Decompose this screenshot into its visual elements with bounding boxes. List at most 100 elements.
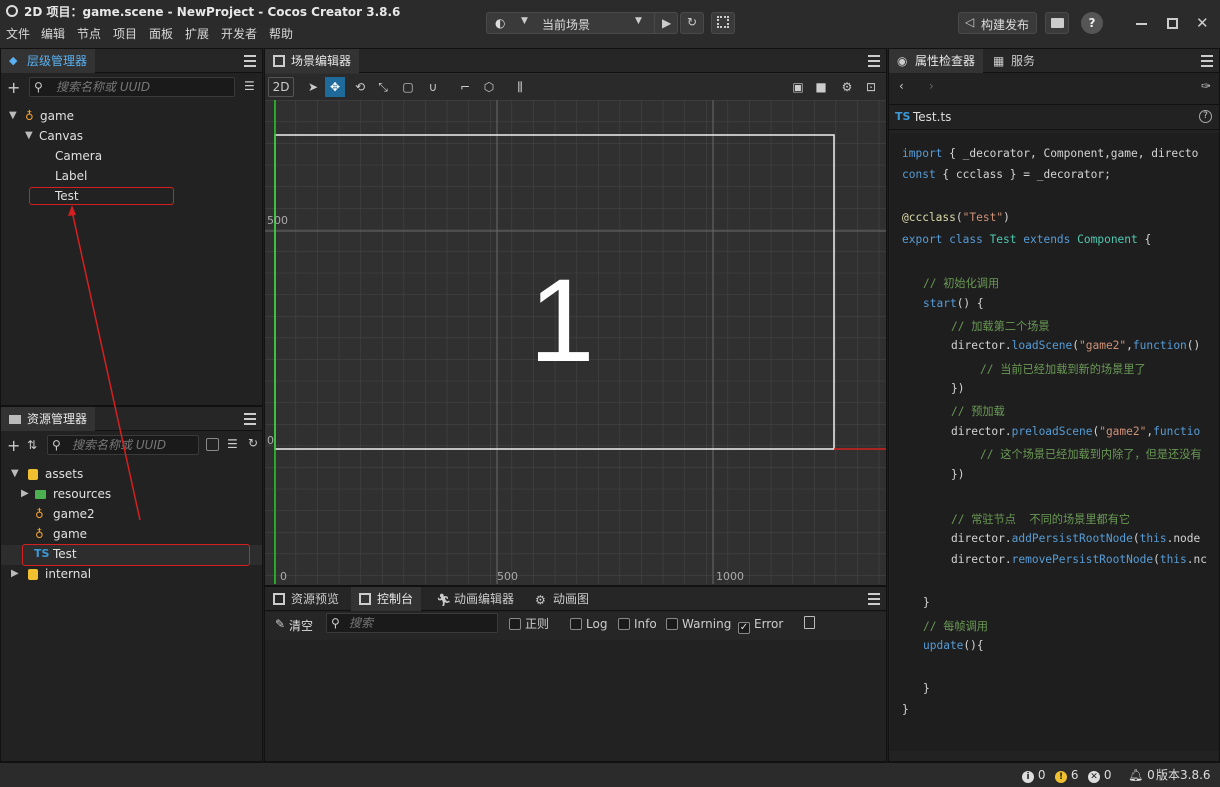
menu-extension[interactable]: 扩展 — [185, 25, 209, 42]
chevron-down-icon[interactable]: ▼ — [9, 106, 19, 126]
settings-icon[interactable]: ⚙ — [837, 77, 857, 97]
tab-assets[interactable]: 资源管理器 — [1, 407, 96, 431]
camera-icon[interactable]: ■ — [811, 77, 831, 97]
chevron-down-icon[interactable]: ▼ — [25, 126, 35, 146]
build-button[interactable]: ◁ 构建发布 — [958, 12, 1037, 34]
add-icon[interactable]: + — [7, 78, 20, 97]
chevron-right-icon[interactable]: ▶ — [21, 484, 31, 504]
tree-node-label: Camera — [55, 149, 103, 163]
filter-label: Warning — [682, 617, 732, 631]
tab-inspector[interactable]: ◉ 属性检查器 — [889, 49, 984, 73]
axis-label-y500: 500 — [267, 214, 288, 227]
filter-regex[interactable]: 正则 — [509, 614, 549, 634]
menu-node[interactable]: 节点 — [77, 25, 101, 42]
code-line: @ccclass("Test") — [902, 211, 1010, 224]
status-info[interactable]: i 0 — [1022, 766, 1045, 784]
status-warn[interactable]: ! 6 — [1055, 766, 1078, 784]
filter-error[interactable]: ✓ Error — [738, 614, 783, 634]
menu-icon[interactable] — [244, 413, 256, 425]
chevron-down-icon[interactable]: ▼ — [11, 464, 21, 484]
menu-project[interactable]: 项目 — [113, 25, 137, 42]
filter-log[interactable]: Log — [570, 614, 607, 634]
tab-scene-editor[interactable]: 场景编辑器 — [265, 49, 360, 73]
menu-icon[interactable] — [244, 55, 256, 67]
tab-hierarchy[interactable]: ◆ 层级管理器 — [1, 49, 96, 73]
sort-icon[interactable]: ⇅ — [27, 438, 37, 452]
sort-icon[interactable]: ☰ — [244, 79, 255, 93]
scene-big-label: 1 — [529, 255, 595, 387]
align-icon[interactable]: ⫼ — [510, 77, 530, 97]
add-icon[interactable]: + — [7, 436, 20, 455]
chevron-down-icon: ▼ — [635, 16, 642, 26]
menu-developer[interactable]: 开发者 — [221, 25, 257, 42]
code-line: }) — [951, 468, 965, 481]
filter-checkbox[interactable] — [206, 438, 219, 451]
help-icon[interactable]: ? — [1199, 110, 1212, 123]
checkbox[interactable] — [509, 618, 521, 630]
rotate-icon[interactable]: ⟲ — [350, 77, 370, 97]
scene-icon: ♁ — [35, 507, 44, 521]
gizmo-icon[interactable]: ▣ — [788, 77, 808, 97]
console-search-input[interactable]: ⚲ 搜索 — [326, 613, 498, 633]
copy-icon[interactable] — [804, 616, 815, 629]
move-icon[interactable]: ✥ — [325, 77, 345, 97]
code-line: } — [902, 703, 909, 716]
maximize-icon[interactable] — [1167, 18, 1178, 29]
cube-icon[interactable]: ⬡ — [479, 77, 499, 97]
inspector-panel: ◉ 属性检查器 ▦ 服务 ‹ › ✑ TS Test.ts ? import {… — [888, 48, 1220, 762]
play-button[interactable]: ▶ — [654, 12, 678, 34]
window-title: 2D 项目：game.scene - NewProject - Cocos Cr… — [24, 5, 401, 19]
menu-panel[interactable]: 面板 — [149, 25, 173, 42]
checkbox-checked[interactable]: ✓ — [738, 622, 750, 634]
tab-console[interactable]: 控制台 — [351, 587, 422, 611]
bell-icon: 🔔︎ — [1128, 768, 1144, 782]
qrcode-button[interactable] — [711, 12, 735, 34]
filter-warning[interactable]: Warning — [666, 614, 731, 634]
menu-file[interactable]: 文件 — [6, 25, 30, 42]
menu-edit[interactable]: 编辑 — [41, 25, 65, 42]
tab-asset-preview[interactable]: 资源预览 — [265, 587, 347, 611]
tree-node-label[interactable]: Label — [55, 166, 87, 186]
chevron-right-icon[interactable]: ▶ — [11, 564, 21, 584]
tree-node-camera[interactable]: Camera — [55, 146, 102, 166]
list-icon[interactable]: ☰ — [227, 437, 238, 451]
select-icon[interactable]: ➤ — [303, 77, 323, 97]
refresh-button[interactable]: ↻ — [680, 12, 704, 34]
menu-icon[interactable] — [868, 593, 880, 605]
send-icon: ◁ — [965, 15, 975, 29]
close-icon[interactable]: ✕ — [1196, 14, 1209, 32]
snap-icon[interactable]: ∪ — [423, 77, 443, 97]
code-line: start() { — [923, 297, 984, 310]
inspector-tabbar: ◉ 属性检查器 ▦ 服务 — [889, 49, 1219, 73]
checkbox[interactable] — [570, 618, 582, 630]
checkbox[interactable] — [618, 618, 630, 630]
scale-icon[interactable]: ⤡ — [373, 77, 393, 97]
tab-animation-editor[interactable]: 🏃︎ 动画编辑器 — [428, 587, 522, 611]
tab-assets-label: 资源管理器 — [27, 412, 88, 426]
forward-icon[interactable]: › — [929, 79, 934, 93]
menu-icon[interactable] — [1201, 55, 1213, 67]
hierarchy-search-input[interactable]: ⚲ 搜索名称或 UUID — [29, 77, 235, 97]
assets-search-input[interactable]: ⚲ 搜索名称或 UUID — [47, 435, 199, 455]
menu-icon[interactable] — [868, 55, 880, 67]
rect-icon[interactable]: ▢ — [398, 77, 418, 97]
tab-services[interactable]: ▦ 服务 — [985, 49, 1043, 73]
pin-icon[interactable]: ✑ — [1201, 79, 1211, 93]
refresh-icon[interactable]: ↻ — [248, 436, 258, 450]
scene-selector[interactable]: ◐ ▼ 当前场景 ▼ — [486, 12, 658, 34]
filter-info[interactable]: Info — [618, 614, 657, 634]
mode-2d-toggle[interactable]: 2D — [268, 77, 294, 97]
folder-button[interactable] — [1045, 12, 1069, 34]
tab-animation-graph[interactable]: ⚙ 动画图 — [527, 587, 597, 611]
scene-select-value: 当前场景 — [542, 18, 591, 32]
status-error[interactable]: ✕ 0 — [1088, 766, 1111, 784]
back-icon[interactable]: ‹ — [899, 79, 904, 93]
minimize-icon[interactable] — [1136, 23, 1147, 25]
help-button[interactable]: ? — [1081, 12, 1103, 34]
status-notify[interactable]: 🔔︎ 0 — [1128, 766, 1155, 784]
view-icon[interactable]: ⊡ — [861, 77, 881, 97]
menu-help[interactable]: 帮助 — [269, 25, 293, 42]
anchor-icon[interactable]: ⌐ — [455, 77, 475, 97]
checkbox[interactable] — [666, 618, 678, 630]
clear-button[interactable]: 清空 — [289, 617, 313, 634]
